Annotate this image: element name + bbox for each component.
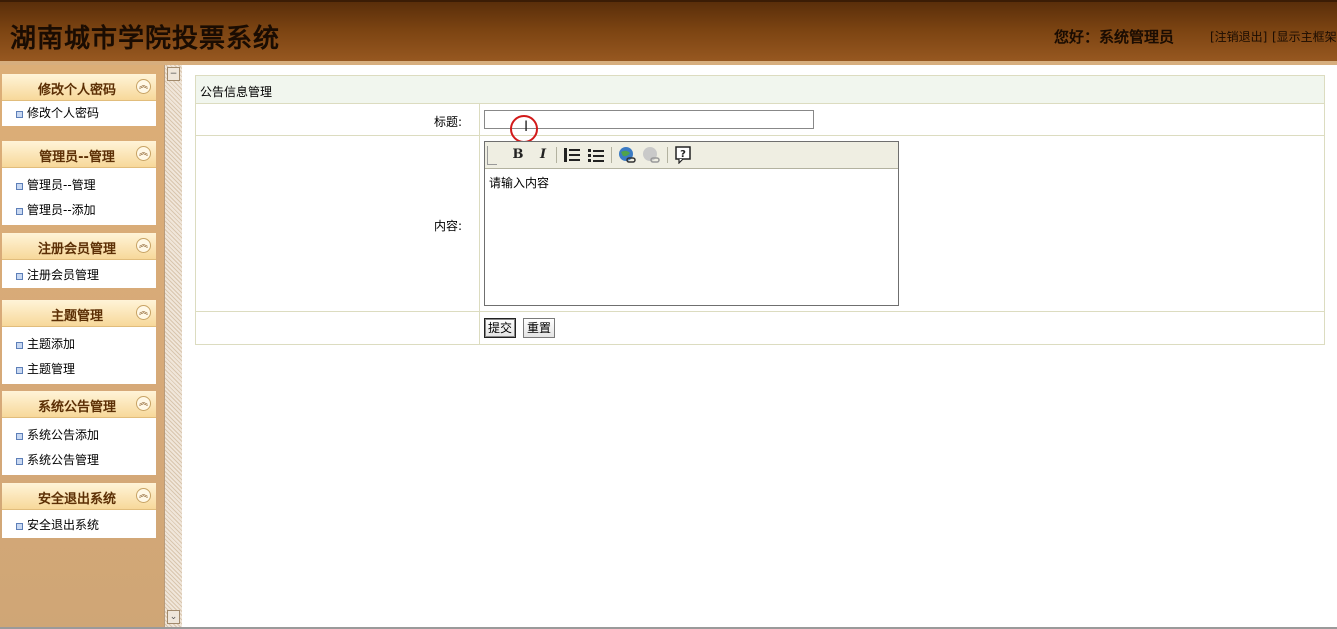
double-chevron-up-icon[interactable]: ︽ — [136, 238, 151, 253]
panel-header[interactable]: 修改个人密码 ︽ — [2, 74, 156, 101]
sidebar-item-notice-manage[interactable]: 系统公告管理 — [2, 448, 156, 475]
square-bullet-icon — [16, 458, 23, 465]
row-divider — [196, 311, 1324, 312]
show-main-frame-link[interactable]: [显示主框架 — [1272, 28, 1337, 45]
toolbar-grip-icon — [487, 146, 497, 165]
sidebar-item-member-manage[interactable]: 注册会员管理 — [2, 263, 156, 288]
bulleted-list-icon[interactable] — [586, 145, 606, 165]
square-bullet-icon — [16, 183, 23, 190]
sidebar-item-label: 安全退出系统 — [27, 518, 100, 532]
double-chevron-up-icon[interactable]: ︽ — [136, 79, 151, 94]
panel-title: 管理员--管理 — [39, 150, 115, 165]
sidebar-panel-members: 注册会员管理 ︽ 注册会员管理 — [2, 233, 156, 288]
sidebar-item-label: 主题添加 — [27, 337, 76, 351]
panel-title: 注册会员管理 — [37, 242, 116, 257]
sidebar-panel-exit: 安全退出系统 ︽ 安全退出系统 — [2, 483, 156, 538]
help-icon[interactable]: ? — [673, 145, 693, 165]
sidebar-panel-admin: 管理员--管理 ︽ 管理员--管理 管理员--添加 — [2, 141, 156, 225]
chevron-down-icon[interactable]: ⌄ — [167, 610, 180, 624]
form-header: 公告信息管理 — [196, 76, 1324, 104]
sidebar-item-change-password[interactable]: 修改个人密码 — [2, 101, 156, 126]
rich-text-editor[interactable]: B I ? 请输入内容 — [484, 141, 899, 306]
panel-header[interactable]: 主题管理 ︽ — [2, 300, 156, 327]
toolbar-separator — [556, 147, 557, 163]
panel-title: 系统公告管理 — [37, 400, 116, 415]
sidebar-item-label: 注册会员管理 — [27, 268, 100, 282]
panel-header[interactable]: 安全退出系统 ︽ — [2, 483, 156, 510]
square-bullet-icon — [16, 367, 23, 374]
header-divider — [0, 61, 1337, 65]
sidebar-panel-notices: 系统公告管理 ︽ 系统公告添加 系统公告管理 — [2, 391, 156, 475]
sidebar-panel-password: 修改个人密码 ︽ 修改个人密码 — [2, 74, 156, 126]
editor-toolbar: B I ? — [485, 142, 898, 169]
insert-link-icon[interactable] — [617, 145, 637, 165]
square-bullet-icon — [16, 342, 23, 349]
sidebar-item-label: 修改个人密码 — [27, 106, 100, 120]
sidebar-item-topic-manage[interactable]: 主题管理 — [2, 357, 156, 384]
sidebar-item-admin-manage[interactable]: 管理员--管理 — [2, 173, 156, 198]
notice-form: 公告信息管理 标题: I 内容: B I ? 请输入内容 提交 重置 — [195, 75, 1325, 345]
sidebar-item-safe-exit[interactable]: 安全退出系统 — [2, 513, 156, 538]
square-bullet-icon — [16, 208, 23, 215]
panel-header[interactable]: 管理员--管理 ︽ — [2, 141, 156, 168]
double-chevron-up-icon[interactable]: ︽ — [136, 305, 151, 320]
double-chevron-up-icon[interactable]: ︽ — [136, 488, 151, 503]
row-divider — [196, 135, 1324, 136]
italic-icon[interactable]: I — [533, 145, 553, 165]
sidebar-item-label: 主题管理 — [27, 362, 76, 376]
title-label: 标题: — [433, 115, 462, 129]
double-chevron-up-icon[interactable]: ︽ — [136, 396, 151, 411]
square-bullet-icon — [16, 523, 23, 530]
toolbar-separator — [667, 147, 668, 163]
frame-splitter[interactable]: − ⌄ — [164, 65, 182, 629]
sidebar-item-notice-add[interactable]: 系统公告添加 — [2, 423, 156, 448]
double-chevron-up-icon[interactable]: ︽ — [136, 146, 151, 161]
bold-icon[interactable]: B — [508, 145, 528, 165]
sidebar-panel-topics: 主题管理 ︽ 主题添加 主题管理 — [2, 300, 156, 384]
square-bullet-icon — [16, 273, 23, 280]
unlink-icon[interactable] — [641, 145, 661, 165]
app-title: 湖南城市学院投票系统 — [10, 24, 281, 54]
reset-button[interactable]: 重置 — [523, 318, 556, 338]
square-bullet-icon — [16, 433, 23, 440]
minus-icon[interactable]: − — [167, 67, 180, 81]
sidebar-item-label: 管理员--添加 — [27, 203, 96, 217]
panel-title: 安全退出系统 — [37, 492, 116, 507]
toolbar-separator — [611, 147, 612, 163]
panel-title: 主题管理 — [50, 309, 103, 324]
svg-text:?: ? — [680, 149, 686, 160]
editor-content-area[interactable]: 请输入内容 — [489, 174, 549, 191]
panel-header[interactable]: 系统公告管理 ︽ — [2, 391, 156, 418]
column-divider — [479, 104, 480, 344]
text-cursor-icon: I — [524, 119, 529, 135]
sidebar-item-topic-add[interactable]: 主题添加 — [2, 332, 156, 357]
content-label: 内容: — [433, 219, 462, 233]
square-bullet-icon — [16, 111, 23, 118]
user-greeting: 您好：系统管理员 — [1054, 28, 1175, 46]
sidebar-item-admin-add[interactable]: 管理员--添加 — [2, 198, 156, 225]
sidebar-item-label: 管理员--管理 — [27, 178, 96, 192]
sidebar-item-label: 系统公告添加 — [27, 428, 100, 442]
app-header: 湖南城市学院投票系统 您好：系统管理员 [注销退出] [显示主框架 — [0, 0, 1337, 65]
form-heading: 公告信息管理 — [200, 85, 273, 99]
sidebar: 修改个人密码 ︽ 修改个人密码 管理员--管理 ︽ 管理员--管理 管理员--添… — [0, 65, 164, 629]
numbered-list-icon[interactable] — [562, 145, 582, 165]
panel-title: 修改个人密码 — [37, 83, 116, 98]
panel-header[interactable]: 注册会员管理 ︽ — [2, 233, 156, 260]
logout-link[interactable]: [注销退出] — [1210, 28, 1267, 45]
submit-button[interactable]: 提交 — [484, 318, 517, 338]
sidebar-item-label: 系统公告管理 — [27, 453, 100, 467]
